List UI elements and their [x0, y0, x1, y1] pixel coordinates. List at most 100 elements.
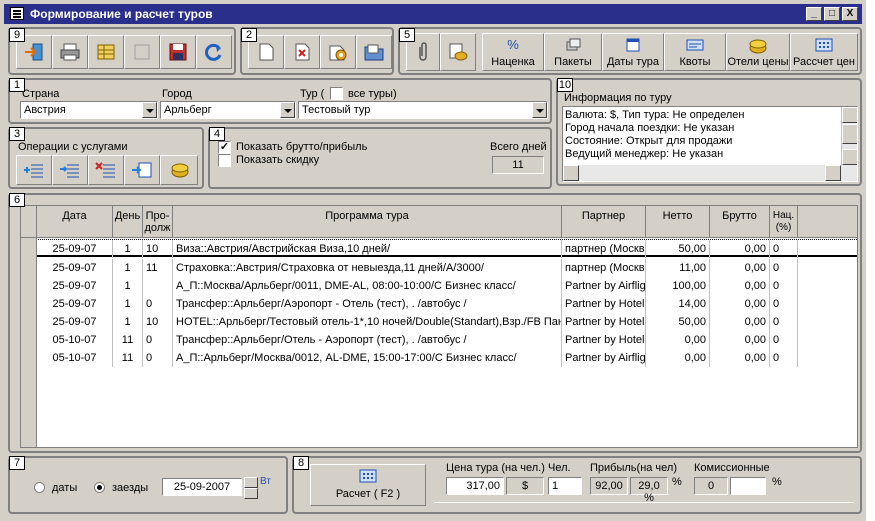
cell-date[interactable]: 25-09-07	[37, 295, 113, 313]
cell-markup[interactable]: 0	[770, 295, 798, 313]
cell-markup[interactable]: 0	[770, 313, 798, 331]
table-row[interactable]: 25-09-07 1 0 Трансфер::Арльберг/Аэропорт - …	[21, 295, 857, 313]
cell-date[interactable]: 05-10-07	[37, 349, 113, 367]
cell-partner[interactable]: Partner by Airflight	[562, 277, 646, 295]
cell-net[interactable]: 50,00	[646, 240, 710, 258]
add-service-button[interactable]	[16, 155, 52, 185]
cell-day[interactable]: 11	[113, 349, 143, 367]
cell-markup[interactable]: 0	[770, 277, 798, 295]
disabled-button[interactable]	[124, 35, 160, 69]
col-markup[interactable]: Нац. (%)	[770, 206, 798, 238]
cell-dur[interactable]: 10	[143, 240, 173, 258]
chevron-down-icon[interactable]	[280, 102, 295, 118]
settings-document-button[interactable]	[320, 35, 356, 69]
dates-radio[interactable]	[34, 482, 45, 493]
delete-service-button[interactable]	[88, 155, 124, 185]
cell-net[interactable]: 0,00	[646, 349, 710, 367]
cell-partner[interactable]: партнер (Москва	[562, 259, 646, 277]
cell-net[interactable]: 14,00	[646, 295, 710, 313]
cell-markup[interactable]: 0	[770, 349, 798, 367]
cell-program[interactable]: А_П::Арльберг/Москва/0012, AL-DME, 15:00…	[173, 349, 562, 367]
chevron-down-icon[interactable]	[532, 102, 547, 118]
spin-up-icon[interactable]	[244, 477, 258, 488]
table-row[interactable]: 25-09-07 1 10 HOTEL::Арльберг/Тестовый отел…	[21, 313, 857, 331]
cell-dur[interactable]: 0	[143, 331, 173, 349]
col-gross[interactable]: Брутто	[710, 206, 770, 238]
show-discount-checkbox[interactable]	[218, 154, 231, 167]
cell-program[interactable]: HOTEL::Арльберг/Тестовый отель-1*,10 ноч…	[173, 313, 562, 331]
table-button[interactable]	[88, 35, 124, 69]
table-row[interactable]: 05-10-07 11 0 Трансфер::Арльберг/Отель - Аэ…	[21, 331, 857, 349]
table-row[interactable]: 25-09-07 1 10 Виза::Австрия/Австрийская Виз…	[21, 239, 857, 258]
coins-button[interactable]	[440, 33, 476, 71]
calculate-button[interactable]: Расчет ( F2 )	[310, 464, 426, 506]
arrivals-radio[interactable]	[94, 482, 105, 493]
cell-markup[interactable]: 0	[770, 240, 798, 258]
cell-markup[interactable]: 0	[770, 331, 798, 349]
scroll-up-icon[interactable]	[842, 107, 857, 123]
markup-button[interactable]: % Наценка	[482, 33, 544, 71]
packages-button[interactable]: Пакеты	[544, 33, 602, 71]
cell-dur[interactable]: 10	[143, 313, 173, 331]
move-service-button[interactable]	[124, 155, 160, 185]
scroll-down-icon[interactable]	[842, 149, 857, 165]
table-row[interactable]: 25-09-07 1 А_П::Москва/Арльберг/0011, DME-…	[21, 277, 857, 295]
persons-input[interactable]: 1	[548, 477, 582, 495]
tour-dates-button[interactable]: Даты тура	[602, 33, 664, 71]
cell-gross[interactable]: 0,00	[710, 295, 770, 313]
cell-net[interactable]: 0,00	[646, 331, 710, 349]
quotas-button[interactable]: Квоты	[664, 33, 726, 71]
cell-day[interactable]: 11	[113, 331, 143, 349]
tour-program-grid[interactable]: Дата День Про- долж Программа тура Партн…	[20, 205, 858, 448]
col-date[interactable]: Дата	[37, 206, 113, 238]
cell-partner[interactable]: Partner by Hotel	[562, 313, 646, 331]
delete-document-button[interactable]	[284, 35, 320, 69]
show-gross-checkbox[interactable]: ✓	[218, 141, 231, 154]
cell-program[interactable]: А_П::Москва/Арльберг/0011, DME-AL, 08:00…	[173, 277, 562, 295]
cell-gross[interactable]: 0,00	[710, 349, 770, 367]
cell-partner[interactable]: Partner by Airflight	[562, 349, 646, 367]
minimize-button[interactable]: _	[806, 7, 822, 21]
print-button[interactable]	[52, 35, 88, 69]
save-button[interactable]	[160, 35, 196, 69]
table-row[interactable]: 05-10-07 11 0 А_П::Арльберг/Москва/0012, AL…	[21, 349, 857, 367]
cell-program[interactable]: Трансфер::Арльберг/Отель - Аэропорт (тес…	[173, 331, 562, 349]
cell-net[interactable]: 11,00	[646, 259, 710, 277]
cell-program[interactable]: Страховка::Австрия/Страховка от невыезда…	[173, 259, 562, 277]
cell-day[interactable]: 1	[113, 295, 143, 313]
cell-gross[interactable]: 0,00	[710, 313, 770, 331]
cell-partner[interactable]: Partner by Hotel	[562, 295, 646, 313]
cell-markup[interactable]: 0	[770, 259, 798, 277]
cell-dur[interactable]: 11	[143, 259, 173, 277]
scroll-right-icon[interactable]	[825, 165, 841, 181]
insert-service-button[interactable]	[52, 155, 88, 185]
cell-net[interactable]: 100,00	[646, 277, 710, 295]
cell-partner[interactable]: партнер (Москва	[562, 240, 646, 258]
info-text-area[interactable]: Валюта: $, Тип тура: Не определен Город …	[562, 106, 858, 182]
cell-gross[interactable]: 0,00	[710, 240, 770, 258]
col-net[interactable]: Нетто	[646, 206, 710, 238]
service-prices-button[interactable]	[160, 155, 198, 185]
col-duration[interactable]: Про- долж	[143, 206, 173, 238]
cell-gross[interactable]: 0,00	[710, 259, 770, 277]
info-scrollbar[interactable]	[841, 107, 857, 165]
price-calc-button[interactable]: Рассчет цен	[790, 33, 858, 71]
cell-partner[interactable]: Partner by Hotel	[562, 331, 646, 349]
table-row[interactable]: 25-09-07 1 11 Страховка::Австрия/Страховка …	[21, 259, 857, 277]
cell-day[interactable]: 1	[113, 259, 143, 277]
cell-date[interactable]: 25-09-07	[37, 277, 113, 295]
scroll-left-icon[interactable]	[563, 165, 579, 181]
spin-down-icon[interactable]	[244, 488, 258, 499]
country-select[interactable]: Австрия	[20, 101, 158, 119]
refresh-button[interactable]	[196, 35, 232, 69]
cell-date[interactable]: 25-09-07	[37, 240, 113, 258]
cell-dur[interactable]	[143, 277, 173, 295]
cell-date[interactable]: 25-09-07	[37, 259, 113, 277]
cell-program[interactable]: Виза::Австрия/Австрийская Виза,10 дней/	[173, 240, 562, 258]
maximize-button[interactable]: □	[824, 7, 840, 21]
tour-select[interactable]: Тестовый тур	[298, 101, 548, 119]
cell-program[interactable]: Трансфер::Арльберг/Аэропорт - Отель (тес…	[173, 295, 562, 313]
col-partner[interactable]: Партнер	[562, 206, 646, 238]
all-tours-checkbox[interactable]	[330, 87, 343, 100]
cell-date[interactable]: 25-09-07	[37, 313, 113, 331]
